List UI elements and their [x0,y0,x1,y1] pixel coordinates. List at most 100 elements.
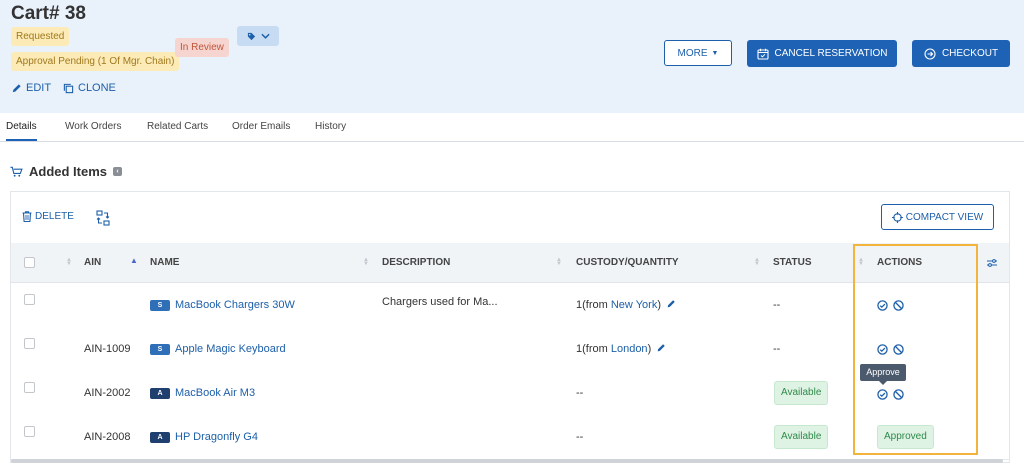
table-row: AIN-2008 A HP Dragonfly G4 -- Available A… [11,415,1009,460]
type-badge: A [150,388,170,399]
custody-quantity: -- [576,387,584,399]
cancel-reservation-button[interactable]: CANCEL RESERVATION [747,40,897,67]
custody-suffix: ) [647,343,652,355]
status-badge: Available [774,381,829,405]
column-header-actions: ACTIONS [877,257,922,268]
copy-icon [63,83,74,93]
checkout-label: CHECKOUT [941,48,999,59]
description-cell: Chargers used for Ma... [382,296,498,308]
edit-pencil-icon[interactable] [656,343,666,353]
tab-history[interactable]: History [315,113,346,141]
row-checkbox[interactable] [24,426,35,437]
ain-cell: AIN-1009 [84,343,131,355]
page-title: Cart# 38 [11,3,86,24]
more-label: MORE [677,47,708,59]
select-all-checkbox[interactable] [24,257,35,268]
transfer-icon [96,210,110,226]
caret-down-icon: ▼ [711,49,719,57]
custody-quantity: 1(from [576,343,611,355]
tag-dropdown-button[interactable] [237,26,279,46]
horizontal-scrollbar[interactable] [11,459,1003,463]
item-name-link[interactable]: MacBook Air M3 [175,387,255,399]
sort-icon[interactable]: ▲ ▼ [363,257,369,267]
item-name-link[interactable]: Apple Magic Keyboard [175,343,286,355]
custody-quantity: 1(from [576,299,611,311]
cart-icon [10,166,23,177]
edit-pencil-icon[interactable] [666,299,676,309]
cancel-reservation-label: CANCEL RESERVATION [774,48,888,59]
delete-button[interactable]: DELETE [22,211,74,222]
name-cell: A MacBook Air M3 [150,387,255,399]
column-header-name[interactable]: NAME [150,243,179,282]
location-link[interactable]: London [611,343,648,355]
chevron-down-icon [260,33,270,39]
calendar-icon [756,48,769,60]
tab-related-carts[interactable]: Related Carts [147,113,208,141]
approved-badge: Approved [877,425,934,449]
transfer-button[interactable] [96,210,110,226]
section-title-text: Added Items [29,164,108,179]
sort-asc-icon[interactable]: ▲ [130,256,138,265]
clone-button[interactable]: CLONE [63,82,116,94]
location-link[interactable]: New York [611,299,657,311]
row-checkbox[interactable] [24,338,35,349]
reject-icon[interactable] [893,344,904,355]
tab-details[interactable]: Details [6,113,37,141]
sort-icon[interactable]: ▲ ▼ [556,257,562,267]
custody-cell: 1(from New York) [576,299,676,311]
reject-icon[interactable] [893,300,904,311]
column-header-custody[interactable]: CUSTODY/QUANTITY [576,243,679,282]
name-cell: A HP Dragonfly G4 [150,431,258,443]
tab-work-orders[interactable]: Work Orders [65,113,122,141]
crosshair-icon [891,211,903,223]
sort-icon[interactable]: ▲ ▼ [66,257,72,267]
sort-icon[interactable]: ▲ ▼ [858,257,864,267]
approve-icon[interactable] [877,300,888,311]
compact-view-label: COMPACT VIEW [905,211,984,223]
edit-button[interactable]: EDIT [11,82,51,94]
edit-label: EDIT [26,82,52,94]
pencil-icon [12,83,21,92]
tag-icon [247,32,255,40]
row-checkbox[interactable] [24,382,35,393]
column-header-ain[interactable]: AIN [84,243,101,282]
item-name-link[interactable]: HP Dragonfly G4 [175,431,258,443]
tab-order-emails[interactable]: Order Emails [232,113,290,141]
type-badge: S [150,300,170,311]
approve-tooltip: Approve [860,364,906,385]
more-button[interactable]: MORE ▼ [664,40,732,66]
collapse-toggle-icon[interactable]: ‹ [113,167,123,176]
status-cell: -- [773,343,781,355]
status-cell: -- [773,299,781,311]
item-name-link[interactable]: MacBook Chargers 30W [175,299,295,311]
column-settings-icon[interactable] [986,258,998,268]
reject-icon[interactable] [893,389,904,400]
custody-cell: -- [576,431,583,443]
sort-icon[interactable]: ▲ ▼ [754,257,760,267]
trash-icon [22,211,32,222]
custody-cell: -- [576,387,583,399]
clone-label: CLONE [78,82,116,94]
approve-icon[interactable] [877,344,888,355]
status-badge-in-review: In Review [175,38,229,57]
column-header-description[interactable]: DESCRIPTION [382,243,450,282]
section-title: Added Items ‹ [10,164,123,179]
approve-icon[interactable] [877,389,888,400]
status-badge: Available [774,425,829,449]
checkout-button[interactable]: CHECKOUT [912,40,1010,67]
name-cell: S Apple Magic Keyboard [150,343,286,355]
cart-header: Cart# 38 Requested Approval Pending (1 O… [0,0,1024,113]
table-header: ▲ ▼ AIN ▲ NAME ▲ ▼ DESCRIPTION ▲ ▼ CUSTODY/… [11,243,1009,283]
delete-label: DELETE [35,211,74,222]
table-row: S MacBook Chargers 30W Chargers used for … [11,283,1009,328]
name-cell: S MacBook Chargers 30W [150,299,295,311]
type-badge: S [150,344,170,355]
compact-view-button[interactable]: COMPACT VIEW [881,204,994,230]
row-checkbox[interactable] [24,294,35,305]
status-badge-requested: Requested [11,27,70,46]
arrow-circle-right-icon [924,47,936,60]
type-badge: A [150,432,170,443]
column-header-status[interactable]: STATUS [773,243,812,282]
ain-cell: AIN-2008 [84,431,131,443]
custody-suffix: ) [657,299,661,311]
